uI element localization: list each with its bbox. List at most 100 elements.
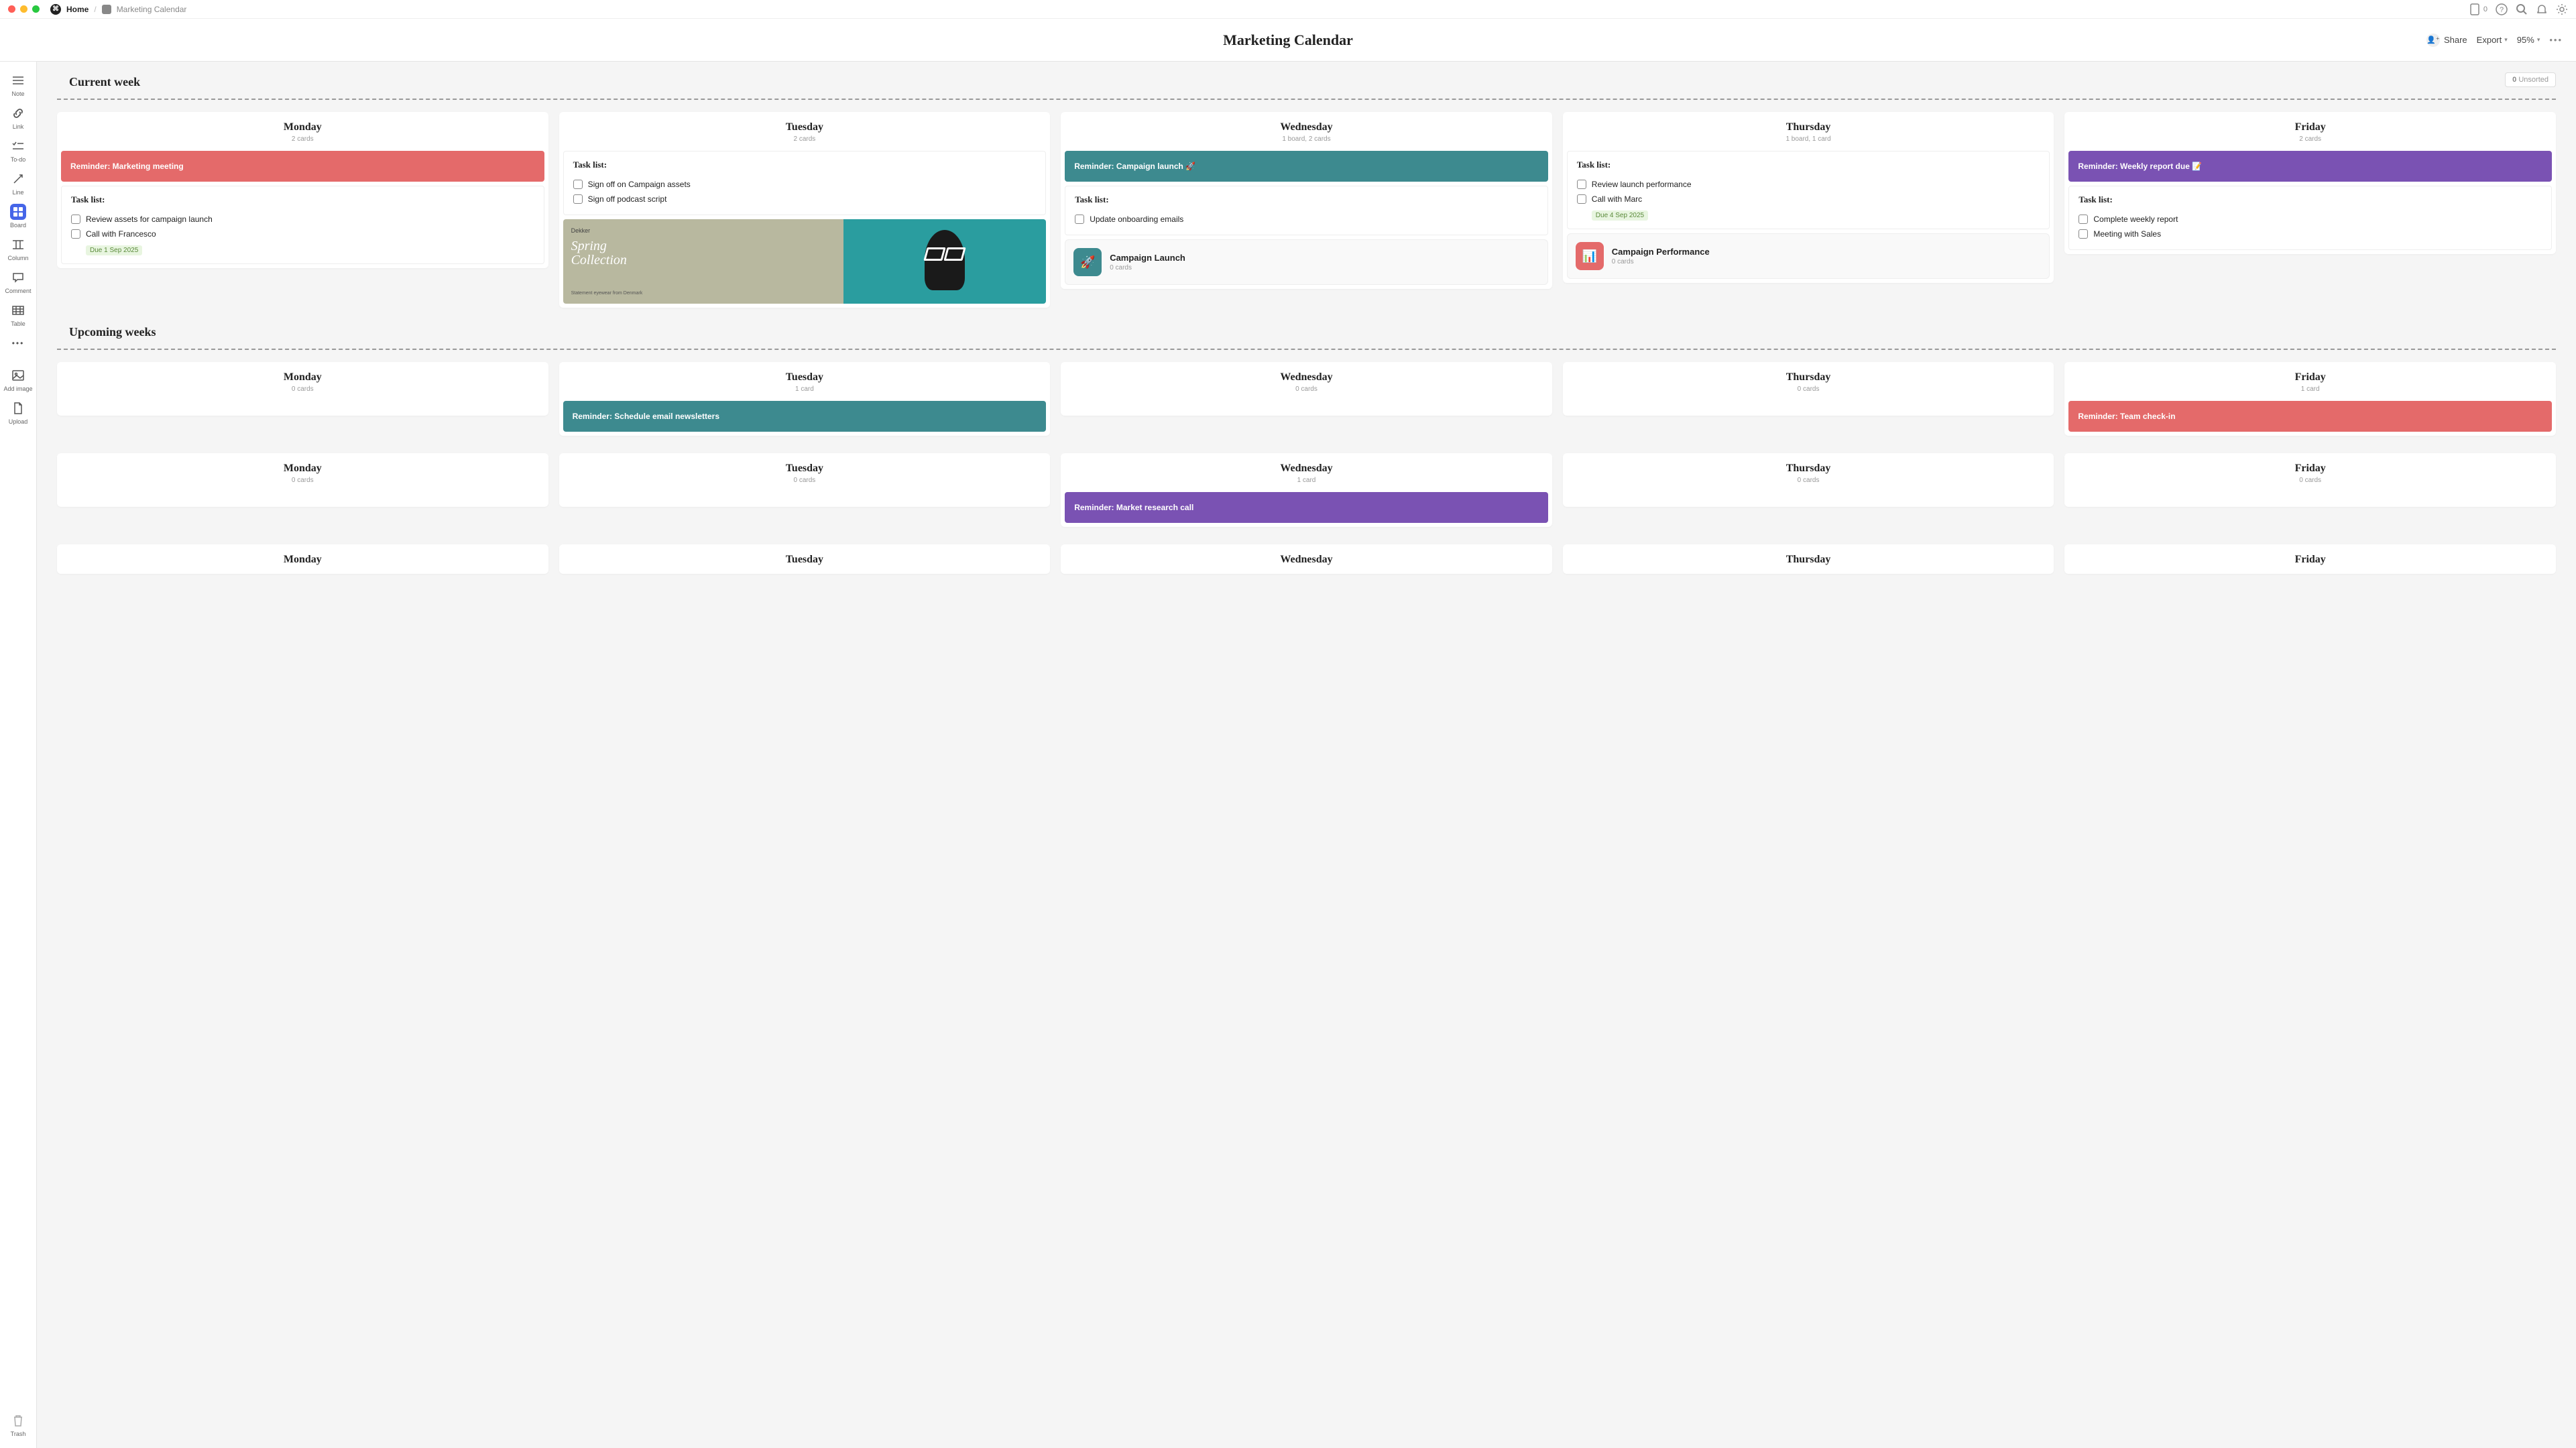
header: Marketing Calendar 👤⁺ Share Export ▾ 95%…: [0, 19, 2576, 62]
divider: [57, 349, 2556, 350]
image-card[interactable]: Dekker SpringCollection Statement eyewea…: [563, 219, 1047, 304]
day-card-wednesday[interactable]: Wednesday1 board, 2 cards Reminder: Camp…: [1061, 112, 1552, 289]
upload-icon: [10, 400, 26, 416]
image-icon: [10, 367, 26, 383]
sidebar-todo[interactable]: To-do: [3, 135, 34, 166]
breadcrumb-current[interactable]: Marketing Calendar: [117, 5, 187, 14]
unsorted-button[interactable]: 0 Unsorted: [2505, 72, 2556, 87]
trash-icon: [10, 1412, 26, 1429]
day-card[interactable]: Thursday0 cards: [1563, 453, 2054, 507]
day-card[interactable]: Wednesday1 cardReminder: Market research…: [1061, 453, 1552, 527]
sidebar-board[interactable]: Board: [3, 201, 34, 231]
task-list-card[interactable]: Task list: Review assets for campaign la…: [61, 186, 544, 264]
export-button[interactable]: Export ▾: [2477, 35, 2508, 45]
due-badge: Due 4 Sep 2025: [1592, 210, 1648, 221]
app-logo-icon[interactable]: ⌘: [50, 4, 61, 15]
reminder-card[interactable]: Reminder: Team check-in: [2068, 401, 2552, 432]
day-card[interactable]: Monday0 cards: [57, 362, 548, 416]
breadcrumb-home[interactable]: Home: [66, 5, 89, 14]
day-card[interactable]: Friday0 cards: [2064, 453, 2556, 507]
sidebar-add-image[interactable]: Add image: [3, 365, 34, 395]
day-card[interactable]: Tuesday: [559, 544, 1051, 574]
task-list-card[interactable]: Task list: Review launch performance Cal…: [1567, 151, 2050, 229]
sidebar-link[interactable]: Link: [3, 103, 34, 133]
section-upcoming-weeks: Upcoming weeks: [69, 325, 2556, 339]
sidebar-trash[interactable]: Trash: [3, 1410, 34, 1440]
mobile-icon[interactable]: [2469, 3, 2481, 15]
reminder-card[interactable]: Reminder: Schedule email newsletters: [563, 401, 1047, 432]
day-card-monday[interactable]: Monday2 cards Reminder: Marketing meetin…: [57, 112, 548, 268]
chart-icon: 📊: [1576, 242, 1604, 270]
sidebar-upload[interactable]: Upload: [3, 398, 34, 428]
task-row[interactable]: Sign off podcast script: [573, 192, 1037, 206]
table-icon: [10, 302, 26, 318]
checkbox-icon[interactable]: [1577, 194, 1586, 204]
sidebar-line[interactable]: Line: [3, 168, 34, 198]
bell-icon[interactable]: [2536, 3, 2548, 15]
day-card[interactable]: Friday1 cardReminder: Team check-in: [2064, 362, 2556, 436]
maximize-icon[interactable]: [32, 5, 40, 13]
checkbox-icon[interactable]: [1577, 180, 1586, 189]
day-card[interactable]: Thursday: [1563, 544, 2054, 574]
share-button[interactable]: 👤⁺ Share: [2426, 34, 2467, 47]
task-row[interactable]: Call with Francesco: [71, 227, 534, 241]
day-card[interactable]: Wednesday: [1061, 544, 1552, 574]
day-card[interactable]: Tuesday1 cardReminder: Schedule email ne…: [559, 362, 1051, 436]
day-card-friday[interactable]: Friday2 cards Reminder: Weekly report du…: [2064, 112, 2556, 254]
task-row[interactable]: Sign off on Campaign assets: [573, 177, 1037, 192]
task-row[interactable]: Update onboarding emails: [1075, 212, 1538, 227]
sidebar-table[interactable]: Table: [3, 300, 34, 330]
task-list-card[interactable]: Task list: Complete weekly report Meetin…: [2068, 186, 2552, 250]
task-row[interactable]: Complete weekly report: [2079, 212, 2542, 227]
close-icon[interactable]: [8, 5, 15, 13]
checkbox-icon[interactable]: [573, 180, 583, 189]
task-list-card[interactable]: Task list: Update onboarding emails: [1065, 186, 1548, 235]
day-card[interactable]: Tuesday0 cards: [559, 453, 1051, 507]
task-row[interactable]: Review assets for campaign launch: [71, 212, 534, 227]
more-icon: •••: [10, 335, 26, 351]
sidebar-more[interactable]: •••: [3, 333, 34, 354]
day-card-thursday[interactable]: Thursday1 board, 1 card Task list: Revie…: [1563, 112, 2054, 283]
week-row: Monday2 cards Reminder: Marketing meetin…: [57, 112, 2556, 308]
canvas[interactable]: 0 Unsorted Current week Monday2 cards Re…: [37, 62, 2576, 1448]
checkbox-icon[interactable]: [71, 229, 80, 239]
day-card[interactable]: Monday: [57, 544, 548, 574]
checkbox-icon[interactable]: [2079, 229, 2088, 239]
day-card[interactable]: Monday0 cards: [57, 453, 548, 507]
photo-icon: [843, 219, 1047, 304]
reminder-card[interactable]: Reminder: Marketing meeting: [61, 151, 544, 182]
day-card-tuesday[interactable]: Tuesday2 cards Task list: Sign off on Ca…: [559, 112, 1051, 308]
sidebar-note[interactable]: Note: [3, 70, 34, 100]
todo-icon: [10, 138, 26, 154]
settings-icon[interactable]: [2556, 3, 2568, 15]
add-user-icon: 👤⁺: [2426, 34, 2440, 47]
search-icon[interactable]: [2516, 3, 2528, 15]
day-card[interactable]: Wednesday0 cards: [1061, 362, 1552, 416]
sidebar-column[interactable]: Column: [3, 234, 34, 264]
reminder-card[interactable]: Reminder: Market research call: [1065, 492, 1548, 523]
reminder-card[interactable]: Reminder: Weekly report due 📝: [2068, 151, 2552, 182]
checkbox-icon[interactable]: [1075, 215, 1084, 224]
task-list-card[interactable]: Task list: Sign off on Campaign assets S…: [563, 151, 1047, 215]
task-row[interactable]: Meeting with Sales: [2079, 227, 2542, 241]
day-card[interactable]: Friday: [2064, 544, 2556, 574]
line-icon: [10, 171, 26, 187]
checkbox-icon[interactable]: [2079, 215, 2088, 224]
checkbox-icon[interactable]: [71, 215, 80, 224]
zoom-button[interactable]: 95% ▾: [2517, 35, 2540, 45]
task-row[interactable]: Call with Marc: [1577, 192, 2040, 206]
board-card[interactable]: 📊 Campaign Performance0 cards: [1567, 233, 2050, 279]
section-current-week: Current week: [69, 75, 2556, 89]
week-row: Monday0 cards Tuesday1 cardReminder: Sch…: [57, 362, 2556, 436]
page-icon: [102, 5, 111, 14]
help-icon[interactable]: ?: [2496, 3, 2508, 15]
board-card[interactable]: 🚀 Campaign Launch0 cards: [1065, 239, 1548, 285]
reminder-card[interactable]: Reminder: Campaign launch 🚀: [1065, 151, 1548, 182]
checkbox-icon[interactable]: [573, 194, 583, 204]
more-button[interactable]: •••: [2549, 35, 2563, 45]
minimize-icon[interactable]: [20, 5, 27, 13]
day-card[interactable]: Thursday0 cards: [1563, 362, 2054, 416]
rocket-icon: 🚀: [1073, 248, 1102, 276]
task-row[interactable]: Review launch performance: [1577, 177, 2040, 192]
sidebar-comment[interactable]: Comment: [3, 267, 34, 297]
